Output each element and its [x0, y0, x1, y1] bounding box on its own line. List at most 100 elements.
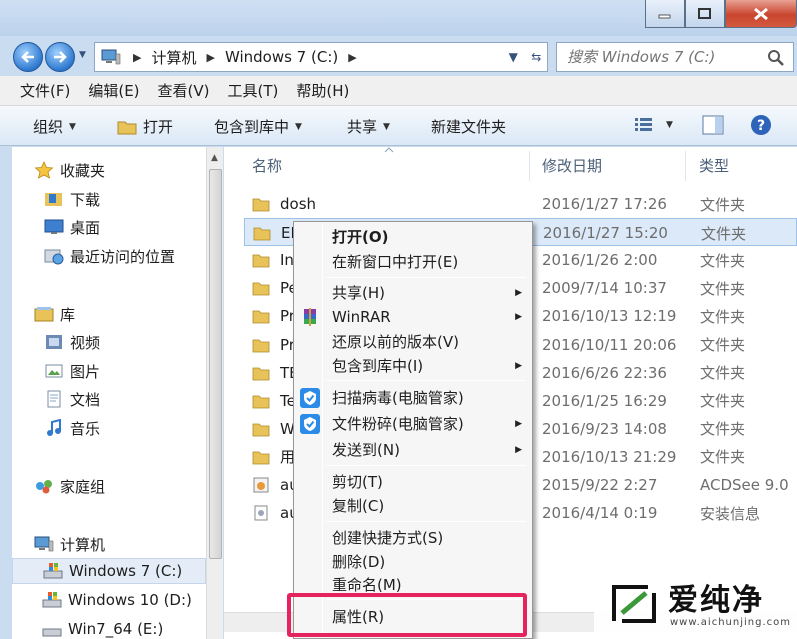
- nav-libraries[interactable]: 库: [34, 301, 75, 327]
- navigation-scrollbar[interactable]: ▲: [206, 147, 223, 639]
- maximize-button[interactable]: [685, 0, 725, 28]
- nav-recent-places[interactable]: 最近访问的位置: [44, 243, 175, 269]
- menu-tools[interactable]: 工具(T): [228, 80, 279, 101]
- help-button[interactable]: ?: [750, 114, 772, 136]
- breadcrumb-computer[interactable]: 计算机: [151, 47, 196, 68]
- menu-separator: [326, 380, 526, 381]
- include-in-library-button[interactable]: 包含到库中 ▼: [214, 116, 302, 137]
- column-header-type[interactable]: 类型: [699, 147, 729, 183]
- menu-open[interactable]: 打开(O): [296, 224, 530, 249]
- nav-drive-e[interactable]: Win7_64 (E:): [42, 616, 163, 639]
- watermark-url: www.aichunjing.com: [670, 617, 791, 628]
- organize-button[interactable]: 组织 ▼: [33, 116, 76, 137]
- address-dropdown-icon[interactable]: ▼: [509, 50, 518, 64]
- address-tools: ▼ ⇆: [502, 42, 548, 72]
- aichunjing-logo-icon: [612, 585, 656, 623]
- open-folder-icon: [117, 121, 137, 134]
- menu-copy[interactable]: 复制(C): [296, 493, 530, 518]
- menu-send-to[interactable]: 发送到(N) ▶: [296, 437, 530, 462]
- close-button[interactable]: [725, 0, 797, 28]
- shield-icon: [300, 388, 320, 408]
- nav-downloads[interactable]: 下载: [44, 186, 100, 212]
- breadcrumb-drive-c[interactable]: Windows 7 (C:): [225, 48, 338, 66]
- back-button[interactable]: [13, 42, 43, 72]
- file-type: ACDSee 9.0: [700, 476, 789, 494]
- file-date: 2009/7/14 10:37: [542, 279, 667, 298]
- search-input[interactable]: [567, 48, 757, 66]
- refresh-icon[interactable]: ⇆: [531, 50, 541, 64]
- nav-drive-d[interactable]: Windows 10 (D:): [42, 587, 192, 613]
- nav-desktop[interactable]: 桌面: [44, 214, 100, 240]
- column-header-modified[interactable]: 修改日期: [542, 147, 602, 183]
- column-header-name[interactable]: 名称: [252, 147, 282, 183]
- column-divider[interactable]: [685, 151, 686, 181]
- file-name-cell: dosh: [252, 190, 316, 218]
- menu-file[interactable]: 文件(F): [20, 80, 70, 101]
- file-date: 2016/10/11 20:06: [542, 335, 677, 354]
- scroll-up-icon[interactable]: ▲: [211, 153, 218, 163]
- chevron-right-icon[interactable]: ▶: [348, 51, 356, 64]
- scrollbar-thumb[interactable]: [209, 169, 222, 559]
- file-type: 文件夹: [700, 279, 746, 298]
- menu-cut[interactable]: 剪切(T): [296, 469, 530, 494]
- nav-videos-label: 视频: [70, 333, 101, 352]
- file-type: 文件夹: [700, 251, 746, 270]
- menu-edit[interactable]: 编辑(E): [88, 80, 139, 101]
- share-button[interactable]: 共享 ▼: [347, 116, 390, 137]
- chevron-right-icon[interactable]: ▶: [206, 51, 214, 64]
- forward-button[interactable]: [45, 42, 75, 72]
- desktop-icon: [44, 219, 64, 234]
- organize-label: 组织: [33, 118, 64, 136]
- nav-pictures-label: 图片: [70, 362, 101, 381]
- menu-share[interactable]: 共享(H) ▶: [296, 280, 530, 305]
- nav-homegroup[interactable]: 家庭组: [34, 473, 105, 499]
- file-date: 2016/10/13 21:29: [542, 447, 677, 466]
- menu-winrar[interactable]: WinRAR ▶: [296, 304, 530, 329]
- file-date: 2016/1/26 2:00: [542, 251, 658, 270]
- menu-restore-label: 还原以前的版本(V): [332, 333, 459, 351]
- properties-highlight-box: [287, 593, 527, 637]
- search-box[interactable]: [556, 42, 794, 72]
- menu-view[interactable]: 查看(V): [158, 80, 210, 101]
- search-icon[interactable]: [767, 49, 785, 67]
- new-folder-button[interactable]: 新建文件夹: [431, 116, 506, 137]
- menu-restore-previous[interactable]: 还原以前的版本(V): [296, 329, 530, 354]
- address-bar[interactable]: ▶ 计算机 ▶ Windows 7 (C:) ▶: [94, 42, 548, 72]
- window-controls: [645, 0, 797, 28]
- minimize-button[interactable]: [645, 0, 685, 28]
- table-row[interactable]: dosh 2016/1/27 17:26 文件夹: [244, 190, 797, 218]
- nav-videos[interactable]: 视频: [44, 329, 100, 355]
- menu-winrar-label: WinRAR: [332, 307, 391, 326]
- file-type: 文件夹: [700, 195, 746, 214]
- menu-create-shortcut[interactable]: 创建快捷方式(S): [296, 525, 530, 550]
- open-button[interactable]: 打开: [117, 116, 173, 137]
- library-icon: [34, 307, 54, 322]
- details-view-icon: [635, 118, 652, 131]
- video-library-icon: [46, 335, 62, 349]
- nav-drive-c[interactable]: Windows 7 (C:): [12, 558, 206, 584]
- menu-scan-virus-label: 扫描病毒(电脑管家): [332, 389, 464, 407]
- menu-open-new-window[interactable]: 在新窗口中打开(E): [296, 249, 530, 274]
- column-divider[interactable]: [529, 151, 530, 181]
- menu-include-library[interactable]: 包含到库中(I) ▶: [296, 353, 530, 378]
- nav-pictures[interactable]: 图片: [44, 358, 100, 384]
- caret-down-icon: ▼: [295, 121, 302, 132]
- menu-scan-virus[interactable]: 扫描病毒(电脑管家): [296, 385, 530, 410]
- submenu-arrow-icon: ▶: [515, 360, 522, 371]
- recent-pages-dropdown[interactable]: ▼: [79, 50, 91, 62]
- computer-icon: [34, 536, 54, 552]
- preview-pane-icon: [702, 115, 724, 135]
- menu-delete[interactable]: 删除(D): [296, 549, 530, 574]
- menu-create-shortcut-label: 创建快捷方式(S): [332, 529, 444, 547]
- nav-computer[interactable]: 计算机: [34, 531, 105, 557]
- view-options-button[interactable]: ▼: [634, 117, 673, 133]
- nav-favorites[interactable]: 收藏夹: [34, 157, 105, 183]
- nav-music[interactable]: 音乐: [44, 415, 100, 441]
- file-name-cell: Te: [252, 387, 296, 415]
- menu-file-shred[interactable]: 文件粉碎(电脑管家) ▶: [296, 411, 530, 436]
- chevron-right-icon[interactable]: ▶: [133, 51, 141, 64]
- command-bar: 组织 ▼ 打开 包含到库中 ▼ 共享 ▼ 新建文件夹 ▼ ?: [0, 106, 797, 146]
- nav-documents[interactable]: 文档: [44, 386, 100, 412]
- menu-help[interactable]: 帮助(H): [296, 80, 349, 101]
- preview-pane-button[interactable]: [702, 115, 724, 135]
